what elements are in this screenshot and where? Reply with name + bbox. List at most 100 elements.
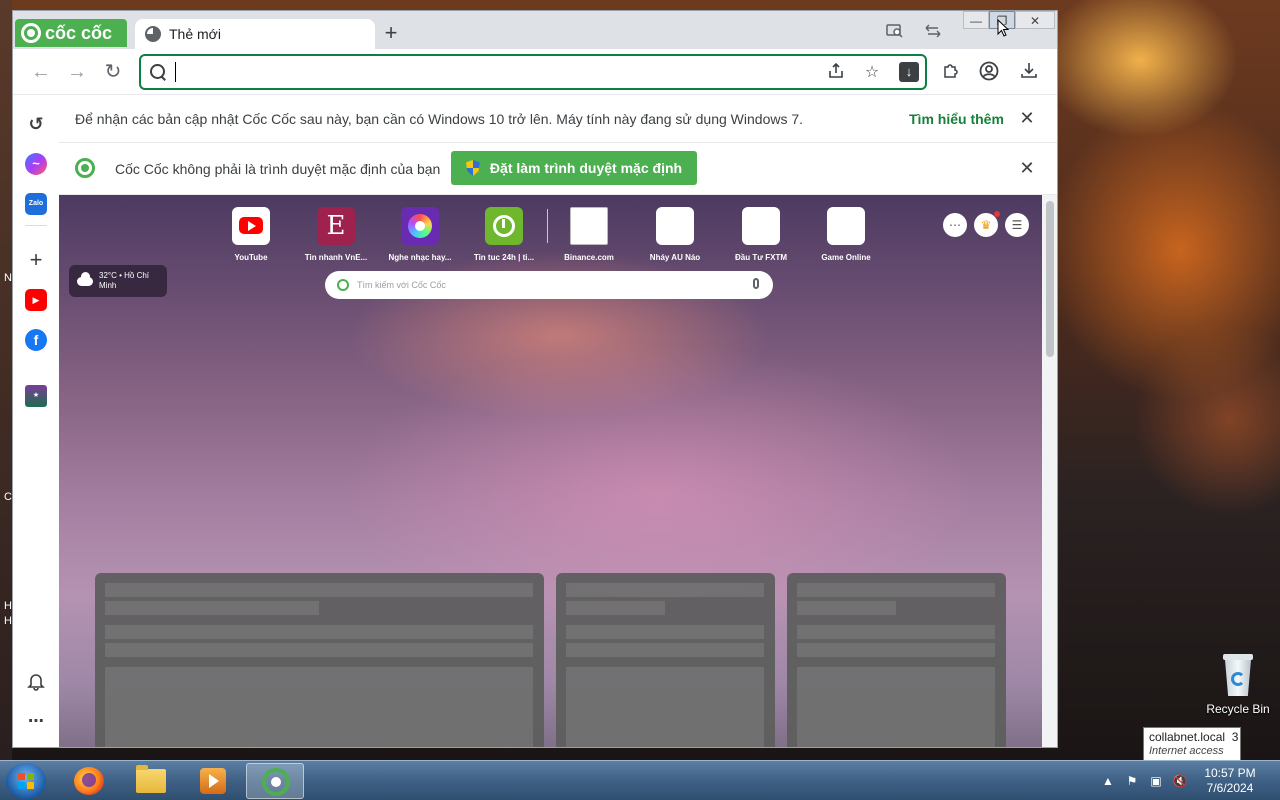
notifications-bell-icon[interactable] — [25, 671, 47, 693]
back-forward-cache-icon[interactable] — [923, 23, 943, 43]
back-button[interactable]: ← — [29, 61, 53, 85]
show-hidden-icons-icon[interactable]: ▲ — [1100, 773, 1116, 789]
start-button[interactable] — [6, 763, 46, 799]
tab-search-icon[interactable] — [885, 23, 905, 43]
youtube-sidebar-icon[interactable]: ▶ — [25, 289, 47, 311]
weather-widget[interactable]: 32°C • Hồ Chí Minh — [69, 265, 167, 297]
shortcut-label: Binance.com — [564, 253, 614, 262]
shortcut-au[interactable]: Nháy AU Náo — [633, 207, 717, 262]
coccoc-brand-button[interactable]: cốc cốc — [15, 19, 127, 47]
action-center-flag-icon[interactable]: ⚑ — [1124, 773, 1140, 789]
clock-date: 7/6/2024 — [1206, 781, 1254, 795]
set-default-label: Đặt làm trình duyệt mặc định — [489, 160, 683, 176]
coccoc-logo-icon — [75, 158, 95, 178]
address-bar[interactable]: ☆ ↓ — [139, 54, 927, 90]
sidebar-divider — [25, 225, 47, 226]
game-icon — [827, 207, 865, 245]
news-card-skeleton — [787, 573, 1006, 747]
download-page-icon[interactable]: ↓ — [899, 62, 919, 82]
taskbar-media-player[interactable] — [184, 763, 242, 799]
tab-new-tab[interactable]: Thẻ mới — [135, 19, 375, 49]
notification-dot — [994, 211, 1000, 217]
crown-icon[interactable]: ♛ — [974, 213, 998, 237]
shortcut-label: Game Online — [821, 253, 871, 262]
reload-button[interactable]: ↻ — [101, 61, 125, 85]
default-browser-message: Cốc Cốc không phải là trình duyệt mặc đị… — [115, 161, 441, 177]
shortcut-label: Nghe nhạc hay... — [388, 253, 452, 262]
binance-icon — [570, 207, 608, 245]
set-default-browser-button[interactable]: Đặt làm trình duyệt mặc định — [451, 151, 697, 185]
news-24h-icon — [485, 207, 523, 245]
forward-button[interactable]: → — [65, 61, 89, 85]
shortcut-music[interactable]: Nghe nhạc hay... — [378, 207, 462, 262]
toolbar: ← → ↻ ☆ ↓ — [13, 49, 1057, 95]
default-browser-infobar: Cốc Cốc không phải là trình duyệt mặc đị… — [59, 143, 1057, 195]
more-options-icon[interactable]: ⋯ — [25, 711, 47, 733]
add-sidebar-app-icon[interactable]: + — [25, 249, 47, 271]
zalo-icon[interactable]: Zalo — [25, 193, 47, 215]
fxtm-icon — [742, 207, 780, 245]
shortcut-fxtm[interactable]: Đầu Tư FXTM — [719, 207, 803, 262]
windows-logo-icon — [18, 773, 34, 789]
extensions-puzzle-icon[interactable] — [939, 61, 963, 85]
mouse-cursor-icon — [997, 19, 1010, 37]
network-icon[interactable]: ▣ — [1148, 773, 1164, 789]
youtube-icon — [232, 207, 270, 245]
shortcut-news-24h[interactable]: Tin tuc 24h | ti... — [462, 207, 546, 262]
news-card-skeleton — [95, 573, 544, 747]
customize-sliders-icon[interactable]: ☰ — [1005, 213, 1029, 237]
close-icon[interactable]: ✕ — [1015, 158, 1039, 179]
microphone-icon[interactable] — [753, 278, 759, 289]
facebook-icon[interactable]: f — [25, 329, 47, 351]
network-count: 3 — [1231, 730, 1239, 744]
desktop-partial-letter: H — [4, 615, 12, 627]
learn-more-link[interactable]: Tìm hiểu thêm — [909, 111, 1004, 127]
share-icon[interactable] — [825, 62, 847, 84]
desktop-partial-letter: N — [4, 272, 12, 284]
ntp-search-placeholder: Tìm kiếm với Cốc Cốc — [357, 280, 446, 290]
recycle-bin-label: Recycle Bin — [1206, 702, 1270, 716]
update-infobar: Để nhận các bản cập nhật Cốc Cốc sau này… — [59, 95, 1057, 143]
page-scrollbar[interactable] — [1042, 195, 1057, 747]
clock-time: 10:57 PM — [1204, 766, 1256, 780]
recycle-bin-shortcut[interactable]: Recycle Bin — [1202, 654, 1274, 716]
minimize-button[interactable]: — — [963, 11, 989, 29]
taskbar-explorer[interactable] — [122, 763, 180, 799]
downloads-icon[interactable] — [1017, 61, 1041, 85]
shortcut-binance[interactable]: Binance.com — [547, 207, 631, 262]
network-tooltip: collabnet.local 3 Internet access — [1143, 727, 1241, 761]
coccoc-search-icon — [337, 279, 349, 291]
search-icon — [149, 63, 167, 81]
weather-line2: Minh — [99, 281, 117, 290]
close-window-button[interactable]: ✕ — [1015, 11, 1055, 29]
system-clock[interactable]: 10:57 PM 7/6/2024 — [1198, 766, 1262, 796]
apps-grid-icon[interactable]: ⋯ — [943, 213, 967, 237]
profile-avatar-icon[interactable] — [977, 61, 1001, 85]
weather-line1: 32°C • Hồ Chí — [99, 271, 150, 280]
shortcut-game-online[interactable]: Game Online — [804, 207, 888, 262]
taskbar-coccoc[interactable] — [246, 763, 304, 799]
music-icon — [401, 207, 439, 245]
close-icon[interactable]: ✕ — [1015, 108, 1039, 129]
history-icon[interactable]: ↺ — [25, 113, 47, 135]
firefox-icon — [74, 767, 104, 795]
scrollbar-thumb[interactable] — [1046, 201, 1054, 357]
browser-window: cốc cốc Thẻ mới + — ❐ ✕ ← → ↻ ☆ ↓ ↺ ~ Za… — [12, 10, 1058, 748]
game-sidebar-icon[interactable]: ★ — [25, 385, 47, 407]
ntp-search-box[interactable]: Tìm kiếm với Cốc Cốc — [325, 271, 773, 299]
shortcut-label: Đầu Tư FXTM — [734, 253, 787, 262]
messenger-icon[interactable]: ~ — [25, 153, 47, 175]
shortcut-vnexpress[interactable]: E Tin nhanh VnE... — [294, 207, 378, 262]
network-status: Internet access — [1149, 745, 1224, 757]
shortcut-label: YouTube — [234, 253, 268, 262]
text-caret — [175, 62, 176, 82]
taskbar-firefox[interactable] — [60, 763, 118, 799]
shortcut-youtube[interactable]: YouTube — [209, 207, 293, 262]
shield-icon — [465, 160, 480, 176]
shortcut-label: Tin nhanh VnE... — [304, 253, 368, 262]
bookmark-star-icon[interactable]: ☆ — [861, 62, 883, 84]
new-tab-button[interactable]: + — [379, 22, 403, 46]
tab-title: Thẻ mới — [169, 26, 221, 42]
volume-muted-icon[interactable]: 🔇 — [1172, 773, 1188, 789]
network-name: collabnet.local — [1149, 730, 1226, 744]
